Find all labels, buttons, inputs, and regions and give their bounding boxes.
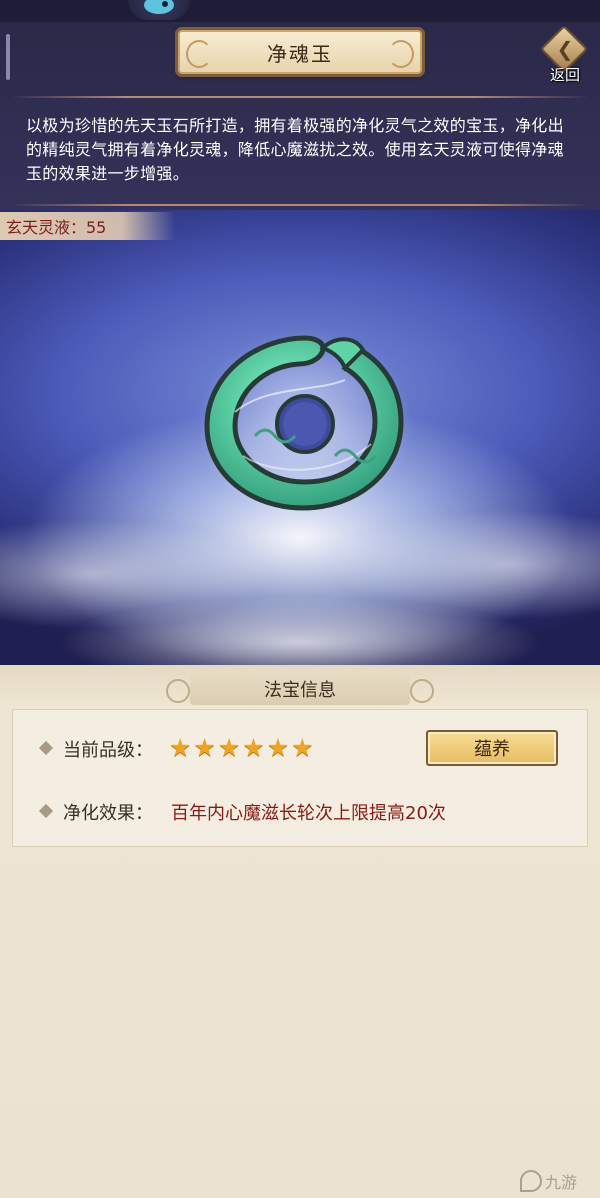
back-button-label: 返回	[549, 66, 580, 84]
star-icon: ★	[242, 733, 265, 762]
effect-value: 百年内心魔滋长轮次上限提高20次	[171, 803, 446, 824]
grade-label: 当前品级：	[63, 740, 153, 761]
back-arrow-icon: ❮	[556, 37, 574, 61]
diamond-bullet-icon	[38, 803, 54, 819]
top-divider	[10, 96, 590, 98]
watermark: 九游	[520, 1168, 596, 1194]
artifact-info-panel: 法宝信息 当前品级： ★ ★ ★ ★ ★ ★ 蕴养 净化效果： 百年内心魔滋长轮次上限提高…	[0, 665, 600, 1198]
star-icon: ★	[291, 733, 314, 762]
top-strip	[0, 0, 600, 22]
page-title: 净魂玉	[267, 41, 333, 66]
star-icon: ★	[217, 733, 241, 762]
diamond-bullet-icon	[38, 740, 54, 756]
info-box: 当前品级： ★ ★ ★ ★ ★ ★ 蕴养 净化效果： 百年内心魔滋长轮次上限提高20次	[12, 709, 588, 847]
cultivate-button[interactable]: 蕴养	[426, 730, 558, 766]
back-button[interactable]: ❮ 返回	[539, 24, 590, 84]
panel-header: 法宝信息	[166, 673, 434, 705]
resource-label: 玄天灵液：55	[6, 218, 107, 237]
side-scroll-indicator	[6, 34, 10, 80]
panel-header-title: 法宝信息	[264, 680, 336, 701]
star-icon: ★	[193, 733, 216, 762]
watermark-text: 九游	[545, 1173, 578, 1192]
effect-label: 净化效果：	[63, 803, 153, 824]
star-icon: ★	[169, 733, 192, 762]
title-plaque: 净魂玉	[178, 30, 422, 74]
description-divider	[10, 204, 590, 206]
effect-row: 净化效果： 百年内心魔滋长轮次上限提高20次	[13, 793, 589, 829]
grade-stars: ★ ★ ★ ★ ★ ★	[169, 734, 314, 762]
watermark-logo-icon	[520, 1170, 542, 1192]
grade-row: 当前品级： ★ ★ ★ ★ ★ ★ 蕴养	[13, 730, 589, 766]
star-icon: ★	[266, 733, 290, 762]
jade-ring-icon[interactable]	[195, 316, 415, 520]
item-description: 以极为珍惜的先天玉石所打造，拥有着极强的净化灵气之效的宝玉，净化出的精纯灵气拥有…	[26, 116, 564, 183]
resource-counter: 玄天灵液：55	[0, 212, 175, 240]
